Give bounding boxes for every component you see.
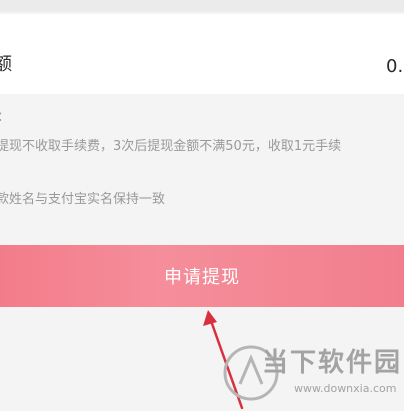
watermark-url: www.downxia.com bbox=[294, 382, 397, 395]
note-name-match: 款姓名与支付宝实名保持一致 bbox=[0, 192, 166, 207]
site-watermark: 当下软件园 www.downxia.com bbox=[222, 340, 404, 411]
withdraw-amount-row: 额 0. bbox=[0, 14, 404, 94]
amount-label: 额 bbox=[0, 54, 12, 75]
amount-value: 0. bbox=[386, 56, 404, 77]
top-divider bbox=[0, 0, 404, 12]
watermark-site-name: 当下软件园 bbox=[262, 348, 403, 378]
apply-withdraw-label: 申请提现 bbox=[164, 267, 240, 288]
notes-heading: ： bbox=[0, 110, 10, 126]
apply-withdraw-button[interactable]: 申请提现 bbox=[0, 245, 404, 307]
withdraw-notes: ： 提现不收取手续费，3次后提现金额不满50元，收取1元手续 款姓名与支付宝实名… bbox=[0, 94, 404, 244]
note-fee-rule: 提现不收取手续费，3次后提现金额不满50元，收取1元手续 bbox=[0, 139, 342, 154]
